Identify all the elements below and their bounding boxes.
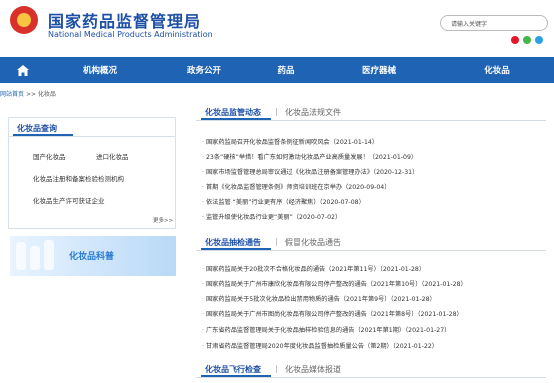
search-input[interactable]: 请输入关键字 — [440, 15, 548, 31]
panel-header: 化妆品查询 — [9, 118, 175, 137]
notice-item[interactable]: 甘肃省药品监督管理局2020年度化妆品监督抽检质量公告（第2期）（2021-01… — [202, 341, 438, 350]
nav-item-gov-affairs[interactable]: 政务公开 — [154, 64, 254, 76]
main-nav: 机构概况 政务公开 药品 医疗器械 化妆品 — [0, 57, 554, 83]
tab-media-reports[interactable]: 化妆品媒体报道 — [285, 364, 341, 375]
panel-title: 化妆品查询 — [17, 124, 57, 133]
notice-item[interactable]: 广东省药品监督管理局关于化妆品抽样检验信息的通告（2021年第1期）（2021-… — [202, 325, 450, 334]
link-production-licensees[interactable]: 化妆品生产许可获证企业 — [33, 195, 105, 205]
tab-regulation-news[interactable]: 化妆品监管动态 — [205, 107, 261, 118]
news-item[interactable]: 首期《化妆品监督管理条例》师资培训班在京举办（2020-09-04） — [202, 182, 390, 191]
section-sampling-tabs: 化妆品抽检通告 | 假冒化妆品通告 — [196, 234, 546, 251]
news-item[interactable]: 23条“硬核”举措！看广东如何激动化妆品产业高质量发展！（2021-01-09） — [202, 152, 417, 161]
link-testing-institutions[interactable]: 化妆品注册和备案检验检测机构 — [33, 173, 124, 183]
bottle-icon — [30, 246, 40, 270]
breadcrumb-current[interactable]: 化妆品 — [38, 91, 56, 98]
breadcrumb: 网站首页 >> 化妆品 — [0, 89, 56, 98]
breadcrumb-home[interactable]: 网站首页 — [0, 91, 24, 98]
notice-item[interactable]: 国家药监局关于广州市图尚化妆品有限公司停产整改的通告（2021年第8号）（202… — [202, 309, 463, 318]
tab-sampling-notices[interactable]: 化妆品抽检通告 — [205, 237, 261, 248]
weibo-icon[interactable] — [511, 36, 519, 44]
news-item[interactable]: 国家药监局召开化妆品监督条例征新闻吹风会（2021-01-14） — [202, 137, 378, 146]
news-item[interactable]: 依法监管 “美丽”行业更有序（经济聚焦）（2020-07-08） — [202, 197, 365, 206]
site-header: 国家药品监督管理局 National Medical Products Admi… — [0, 0, 554, 52]
bottle-icon — [16, 242, 26, 270]
tab-regulation-docs[interactable]: 化妆品法规文件 — [285, 107, 341, 118]
banner-title: 化妆品科普 — [69, 252, 115, 262]
tab-separator: | — [275, 237, 278, 246]
news-item[interactable]: 监管升级使化妆品行业更“美丽”（2020-07-02） — [202, 212, 341, 221]
nav-item-cosmetics[interactable]: 化妆品 — [440, 64, 554, 76]
link-domestic-cosmetics[interactable]: 国产化妆品 — [33, 151, 66, 161]
bottle-icon — [44, 240, 54, 270]
cosmetics-science-banner[interactable]: 化妆品科普 — [10, 236, 176, 276]
nav-item-devices[interactable]: 医疗器械 — [318, 64, 440, 76]
home-icon[interactable] — [0, 57, 46, 83]
cosmetics-query-panel: 化妆品查询 国产化妆品 进口化妆品 化妆品注册和备案检验检测机构 化妆品生产许可… — [8, 117, 176, 229]
active-tab-underline — [201, 248, 271, 250]
section-inspection-tabs: 化妆品飞行检查 | 化妆品媒体报道 — [196, 361, 546, 378]
title-underline — [13, 134, 73, 136]
app-icon[interactable] — [535, 36, 543, 44]
link-imported-cosmetics[interactable]: 进口化妆品 — [96, 151, 129, 161]
notice-item[interactable]: 国家药监局关于5批次化妆品检出禁用物质的通告（2021年第9号）（2021-01… — [202, 294, 436, 303]
nav-item-institution[interactable]: 机构概况 — [46, 64, 154, 76]
notice-item[interactable]: 国家药监局关于广州市康欣化妆品有限公司停产整改的通告（2021年第10号）（20… — [202, 279, 467, 288]
section-news-tabs: 化妆品监管动态 | 化妆品法规文件 — [196, 104, 546, 121]
tab-counterfeit-notices[interactable]: 假冒化妆品通告 — [285, 237, 341, 248]
national-emblem-icon — [10, 6, 38, 34]
active-tab-underline — [201, 375, 271, 377]
tab-separator: | — [275, 107, 278, 116]
social-links — [511, 36, 543, 44]
site-title-en[interactable]: National Medical Products Administration — [48, 30, 213, 39]
notice-item[interactable]: 国家药监局关于20批次不合格化妆品的通告（2021年第11号）（2021-01-… — [202, 264, 425, 273]
active-tab-underline — [201, 118, 271, 120]
tab-separator: | — [275, 364, 278, 373]
breadcrumb-sep: >> — [25, 91, 36, 98]
wechat-icon[interactable] — [523, 36, 531, 44]
nav-item-drugs[interactable]: 药品 — [254, 64, 318, 76]
news-item[interactable]: 国家市场监督管理总局审议通过《化妆品注册备案管理办法》（2020-12-31） — [202, 167, 418, 176]
site-title-cn[interactable]: 国家药品监督管理局 — [48, 8, 201, 32]
more-link[interactable]: 更多>> — [153, 216, 173, 224]
tab-flight-inspection[interactable]: 化妆品飞行检查 — [205, 364, 261, 375]
